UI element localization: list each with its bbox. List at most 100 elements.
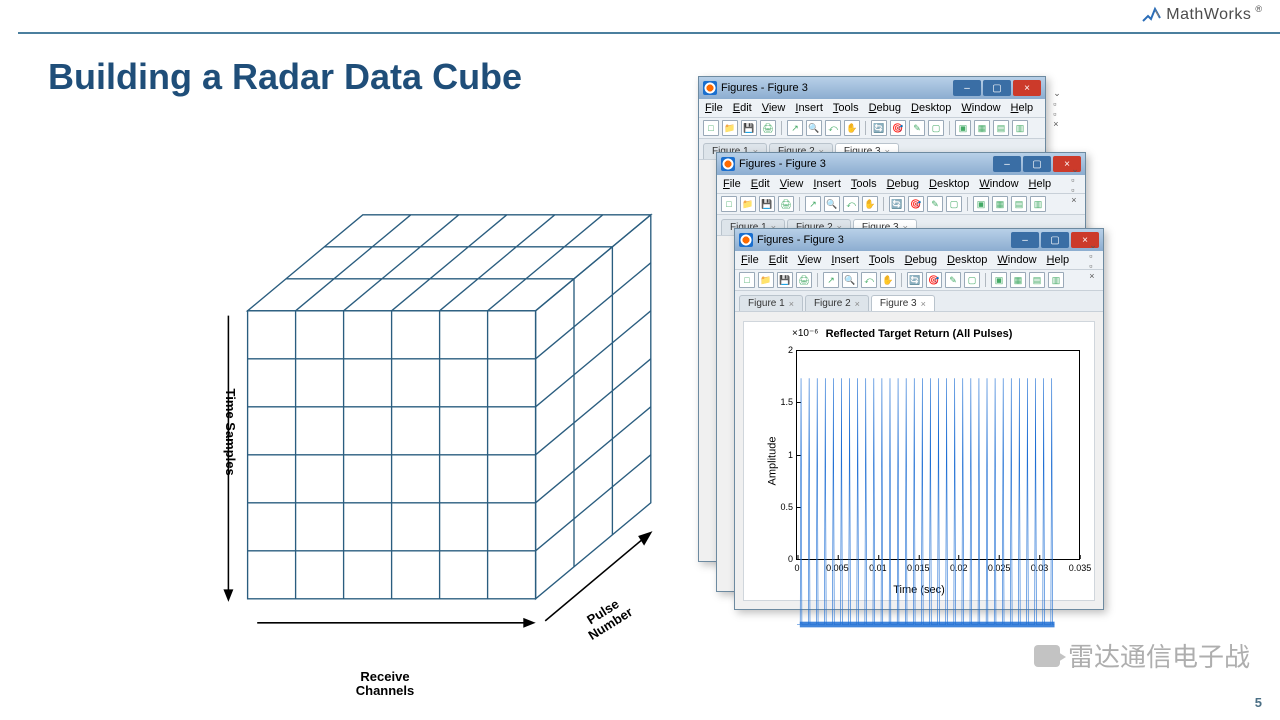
toolbar-icon-11[interactable]: ▢ (946, 196, 962, 212)
menu-file[interactable]: File (705, 102, 723, 114)
menu-help[interactable]: Help (1029, 178, 1052, 190)
toolbar-icon-5[interactable]: 🔍 (806, 120, 822, 136)
toolbar-icon-14[interactable]: ▤ (993, 120, 1009, 136)
menu-tools[interactable]: Tools (869, 254, 895, 266)
maximize-button[interactable]: ▢ (1023, 156, 1051, 172)
menu-desktop[interactable]: Desktop (929, 178, 969, 190)
toolbar-icon-0[interactable]: □ (703, 120, 719, 136)
menu-insert[interactable]: Insert (813, 178, 841, 190)
minimize-button[interactable]: – (993, 156, 1021, 172)
menubar-extra-icons[interactable]: ⌄ ▫ ▫ × (1089, 240, 1098, 281)
toolbar-icon-4[interactable]: ↗ (823, 272, 839, 288)
menu-view[interactable]: View (798, 254, 822, 266)
toolbar-icon-10[interactable]: ✎ (945, 272, 961, 288)
titlebar[interactable]: Figures - Figure 3 – ▢ × (717, 153, 1085, 175)
menu-debug[interactable]: Debug (869, 102, 901, 114)
toolbar-icon-4[interactable]: ↗ (805, 196, 821, 212)
menu-tools[interactable]: Tools (851, 178, 877, 190)
toolbar-icon-7[interactable]: ✋ (880, 272, 896, 288)
menu-edit[interactable]: Edit (733, 102, 752, 114)
toolbar-icon-3[interactable]: 🖨 (778, 196, 794, 212)
menu-window[interactable]: Window (997, 254, 1036, 266)
toolbar-icon-4[interactable]: ↗ (787, 120, 803, 136)
menu-desktop[interactable]: Desktop (911, 102, 951, 114)
toolbar-icon-12[interactable]: ▣ (973, 196, 989, 212)
data-cube-diagram: Time Samples ReceiveChannels PulseNumber (200, 210, 660, 690)
menu-insert[interactable]: Insert (831, 254, 859, 266)
toolbar-icon-5[interactable]: 🔍 (842, 272, 858, 288)
menu-file[interactable]: File (741, 254, 759, 266)
toolbar-icon-13[interactable]: ▦ (1010, 272, 1026, 288)
toolbar-icon-9[interactable]: 🎯 (890, 120, 906, 136)
menubar-extra-icons[interactable]: ⌄ ▫ ▫ × (1071, 164, 1080, 205)
menu-view[interactable]: View (762, 102, 786, 114)
toolbar-icon-14[interactable]: ▤ (1011, 196, 1027, 212)
tab-figure-1[interactable]: Figure 1× (739, 295, 803, 311)
toolbar-icon-0[interactable]: □ (739, 272, 755, 288)
menu-help[interactable]: Help (1011, 102, 1034, 114)
toolbar-icon-10[interactable]: ✎ (927, 196, 943, 212)
toolbar-icon-7[interactable]: ✋ (844, 120, 860, 136)
y-tick: 2 (788, 345, 797, 355)
toolbar-icon-15[interactable]: ▥ (1030, 196, 1046, 212)
menubar-extra-icons[interactable]: ⌄ ▫ ▫ × (1053, 88, 1062, 129)
toolbar-icon-8[interactable]: 🔄 (889, 196, 905, 212)
titlebar[interactable]: Figures - Figure 3 – ▢ × (735, 229, 1103, 251)
menu-edit[interactable]: Edit (769, 254, 788, 266)
menu-debug[interactable]: Debug (887, 178, 919, 190)
toolbar-icon-14[interactable]: ▤ (1029, 272, 1045, 288)
toolbar-icon-10[interactable]: ✎ (909, 120, 925, 136)
header-rule (18, 32, 1280, 34)
tab-figure-2[interactable]: Figure 2× (805, 295, 869, 311)
maximize-button[interactable]: ▢ (983, 80, 1011, 96)
minimize-button[interactable]: – (1011, 232, 1039, 248)
toolbar-icon-2[interactable]: 💾 (777, 272, 793, 288)
menu-view[interactable]: View (780, 178, 804, 190)
menu-desktop[interactable]: Desktop (947, 254, 987, 266)
chart-axes: 00.511.5200.0050.010.0150.020.0250.030.0… (796, 350, 1080, 560)
toolbar-icon-3[interactable]: 🖨 (796, 272, 812, 288)
toolbar-icon-7[interactable]: ✋ (862, 196, 878, 212)
toolbar-icon-12[interactable]: ▣ (955, 120, 971, 136)
menu-insert[interactable]: Insert (795, 102, 823, 114)
toolbar-icon-2[interactable]: 💾 (741, 120, 757, 136)
menu-window[interactable]: Window (979, 178, 1018, 190)
toolbar-icon-12[interactable]: ▣ (991, 272, 1007, 288)
toolbar-icon-1[interactable]: 📁 (740, 196, 756, 212)
watermark-text: 雷达通信电子战 (1068, 637, 1250, 674)
menu-help[interactable]: Help (1047, 254, 1070, 266)
menu-debug[interactable]: Debug (905, 254, 937, 266)
toolbar-icon-6[interactable]: ⤺ (843, 196, 859, 212)
toolbar-icon-15[interactable]: ▥ (1048, 272, 1064, 288)
toolbar-icon-2[interactable]: 💾 (759, 196, 775, 212)
toolbar-icon-9[interactable]: 🎯 (908, 196, 924, 212)
toolbar-icon-6[interactable]: ⤺ (861, 272, 877, 288)
close-button[interactable]: × (1013, 80, 1041, 96)
minimize-button[interactable]: – (953, 80, 981, 96)
toolbar-icon-13[interactable]: ▦ (992, 196, 1008, 212)
menu-file[interactable]: File (723, 178, 741, 190)
toolbar-icon-3[interactable]: 🖨 (760, 120, 776, 136)
toolbar-icon-9[interactable]: 🎯 (926, 272, 942, 288)
tab-close-icon[interactable]: × (921, 299, 926, 309)
tab-close-icon[interactable]: × (855, 299, 860, 309)
toolbar-icon-13[interactable]: ▦ (974, 120, 990, 136)
maximize-button[interactable]: ▢ (1041, 232, 1069, 248)
menu-tools[interactable]: Tools (833, 102, 859, 114)
toolbar-icon-11[interactable]: ▢ (964, 272, 980, 288)
menubar: File Edit View Insert Tools Debug Desktop Windo… (717, 175, 1085, 194)
toolbar-icon-1[interactable]: 📁 (722, 120, 738, 136)
toolbar-icon-1[interactable]: 📁 (758, 272, 774, 288)
tab-close-icon[interactable]: × (789, 299, 794, 309)
toolbar-icon-8[interactable]: 🔄 (907, 272, 923, 288)
titlebar[interactable]: Figures - Figure 3 – ▢ × (699, 77, 1045, 99)
tab-figure-3[interactable]: Figure 3× (871, 295, 935, 311)
toolbar-icon-8[interactable]: 🔄 (871, 120, 887, 136)
toolbar-icon-6[interactable]: ⤺ (825, 120, 841, 136)
toolbar-icon-15[interactable]: ▥ (1012, 120, 1028, 136)
menu-window[interactable]: Window (961, 102, 1000, 114)
toolbar-icon-0[interactable]: □ (721, 196, 737, 212)
menu-edit[interactable]: Edit (751, 178, 770, 190)
toolbar-icon-5[interactable]: 🔍 (824, 196, 840, 212)
toolbar-icon-11[interactable]: ▢ (928, 120, 944, 136)
